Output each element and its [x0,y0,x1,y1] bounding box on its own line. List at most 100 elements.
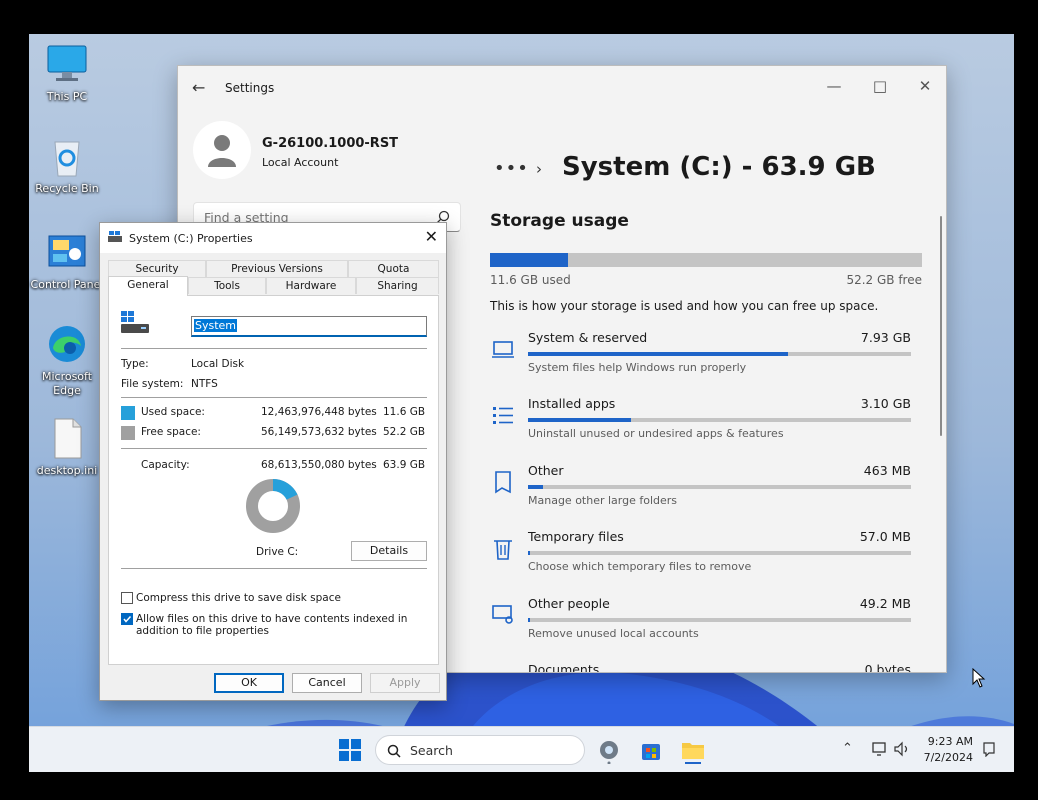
drive-name-input[interactable]: System [191,316,427,337]
storage-category-row[interactable]: Documents0 bytesManage the Documents fol… [490,662,922,673]
drive-icon [121,311,149,333]
used-space-swatch [121,406,135,420]
category-name: Other people [528,595,610,611]
drive-name-selected: System [194,319,238,332]
category-name: Temporary files [528,529,624,545]
storage-category-row[interactable]: System & reserved 7.93 GB System files hel… [490,330,922,390]
recycle-bin-icon [54,141,80,177]
category-size: 57.0 MB [859,529,911,545]
tab-tools[interactable]: Tools [188,277,266,294]
cancel-button[interactable]: Cancel [292,673,362,693]
tab-hardware[interactable]: Hardware [266,277,356,294]
category-name: Documents [528,662,600,673]
category-size: 0 bytes [864,662,911,673]
category-usage-fill [528,418,632,423]
category-usage-fill [528,551,531,556]
desktop-icon-control-panel[interactable]: Control Panel [29,230,105,292]
category-size: 3.10 GB [860,396,911,412]
file-icon [54,418,82,459]
desktop-icon-label: This PC [46,90,88,103]
laptop-icon [492,341,514,358]
network-icon[interactable] [871,740,889,758]
volume-icon[interactable] [893,740,911,758]
desktop-icon-label: desktop.ini [36,464,98,477]
desktop-icon-label: Recycle Bin [35,182,99,195]
category-description: Choose which temporary files to remove [528,560,752,574]
close-icon[interactable]: ✕ [909,74,941,98]
category-name: Installed apps [528,396,616,412]
tab-sharing[interactable]: Sharing [356,277,439,294]
desktop-icon-edge[interactable]: Microsoft Edge [29,322,105,398]
category-size: 7.93 GB [860,330,911,345]
file-system-value: NTFS [191,378,218,390]
storage-content: Storage usage 11.6 GB used 52.2 GB free … [490,211,922,672]
ok-button[interactable]: OK [214,673,284,693]
storage-category-row[interactable]: Installed apps 3.10 GB Uninstall unused or… [490,396,922,456]
storage-usage-title: Storage usage [490,211,629,231]
general-tab-panel: System Type: Local Disk File system: NTF… [108,295,439,665]
storage-free-label: 52.2 GB free [846,273,922,287]
category-description: Uninstall unused or undesired apps & fea… [528,427,784,441]
category-usage-bar [528,352,911,356]
category-usage-fill [528,617,531,622]
category-size: 463 MB [863,462,911,478]
category-usage-bar [528,484,911,489]
used-space-label: Used space: [141,406,205,418]
file-system-label: File system: [121,378,184,390]
category-description: Remove unused local accounts [528,626,699,640]
maximize-icon[interactable]: □ [864,74,896,98]
used-space-bytes: 12,463,976,448 bytes [261,406,377,418]
edge-browser-icon [49,326,85,362]
tab-security[interactable]: Security [108,260,206,277]
monitor-icon [47,45,87,81]
tab-general[interactable]: General [108,276,188,296]
desktop-icon-label: Microsoft Edge [41,370,93,397]
capacity-bytes: 68,613,550,080 bytes [261,459,377,471]
compress-checkbox[interactable] [121,592,133,604]
desktop-icon-recycle-bin[interactable]: Recycle Bin [29,134,105,196]
settings-scrollbar[interactable] [940,216,942,436]
desktop-icon-this-pc[interactable]: This PC [29,42,105,104]
notification-icon[interactable] [981,741,997,757]
breadcrumb-chevron-icon: › [536,160,542,178]
apply-button[interactable]: Apply [370,673,440,693]
tab-previous-versions[interactable]: Previous Versions [206,260,348,277]
used-space-gb: 11.6 GB [383,406,426,418]
storage-category-row[interactable]: Other 463 MB Manage other large folders [490,463,922,523]
free-space-bytes: 56,149,573,632 bytes [261,426,377,438]
close-icon[interactable]: ✕ [425,227,438,246]
details-button[interactable]: Details [351,541,427,561]
divider [121,568,427,569]
user-avatar[interactable] [193,121,251,179]
search-icon [387,744,401,758]
tab-quota[interactable]: Quota [348,260,439,277]
desktop-icon-desktop-ini[interactable]: desktop.ini [29,416,105,478]
index-label: Allow files on this drive to have conten… [136,613,408,637]
clock-time[interactable]: 9:23 AM [917,735,973,748]
storage-category-row[interactable]: Temporary files 57.0 MB Choose which tempo… [490,529,922,589]
user-account-type: Local Account [262,156,339,169]
type-label: Type: [121,358,149,370]
category-usage-fill [528,352,789,356]
back-arrow-icon[interactable]: ← [192,78,205,97]
minimize-icon[interactable]: — [818,74,850,98]
category-usage-bar [528,617,911,622]
user-silhouette-icon [208,135,236,167]
settings-gear-icon[interactable] [595,736,623,764]
store-icon[interactable] [637,736,665,764]
chevron-up-icon[interactable]: ⌃ [842,741,853,756]
free-space-swatch [121,426,135,440]
start-windows-icon[interactable] [336,736,364,764]
taskbar-search-label: Search [410,743,453,758]
index-checkbox[interactable] [121,613,133,625]
category-name: System & reserved [528,330,648,345]
storage-category-row[interactable]: Other people 49.2 MB Remove unused local a… [490,596,922,656]
free-space-label: Free space: [141,426,201,438]
breadcrumb-overflow[interactable]: ••• [494,158,529,179]
category-name: Other [528,462,564,478]
mouse-cursor-icon [972,668,986,688]
file-explorer-icon[interactable] [679,736,707,764]
taskbar-search-box[interactable]: Search [375,735,585,765]
clock-date[interactable]: 7/2/2024 [917,751,973,764]
storage-usage-fill [490,253,568,267]
